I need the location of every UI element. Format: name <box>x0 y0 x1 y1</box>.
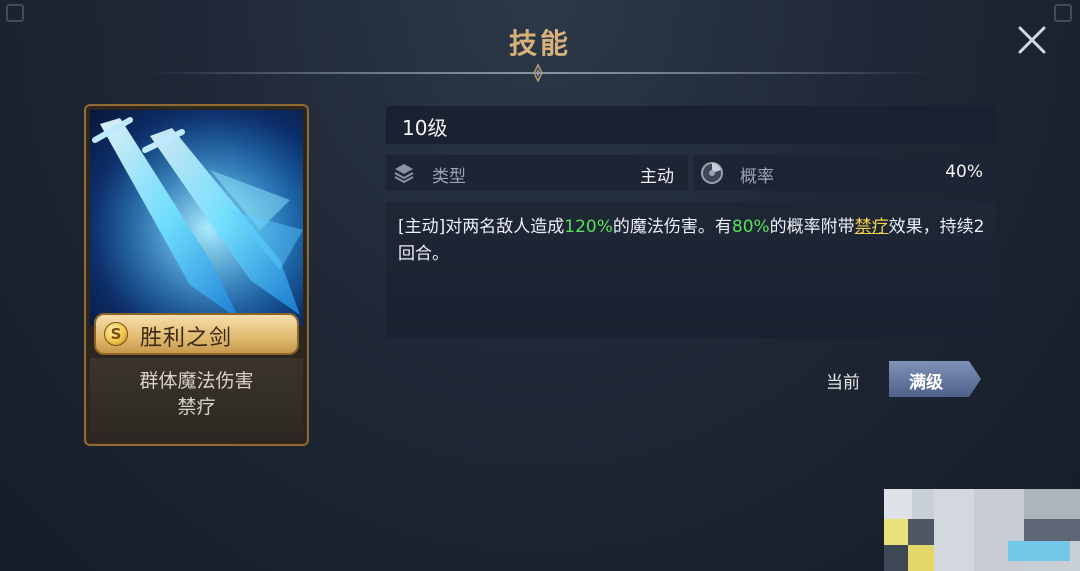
skill-tag: 禁疗 <box>177 396 216 418</box>
desc-text-part: 的概率附带 <box>769 217 855 237</box>
skill-type-row: 类型 主动 <box>386 155 688 191</box>
pixel-block <box>884 545 908 571</box>
damage-value: 120% <box>564 217 613 237</box>
twin-swords-image <box>90 110 303 326</box>
skill-level-bar: 10级 <box>386 106 997 144</box>
skill-tag: 群体魔法伤害 <box>139 370 254 392</box>
close-icon <box>1018 26 1046 54</box>
frame-corner-top-right <box>1054 4 1072 22</box>
chance-value: 80% <box>731 217 770 237</box>
dial-icon <box>701 162 723 184</box>
pixel-block <box>1024 519 1080 541</box>
close-button[interactable] <box>1012 20 1052 60</box>
skill-rate-row: 概率 40% <box>694 155 997 191</box>
skill-card: S 胜利之剑 群体魔法伤害 禁疗 <box>84 104 309 446</box>
pixelated-overlay <box>884 489 1080 571</box>
desc-text-part: 的魔法伤害。有 <box>612 217 732 237</box>
pixel-block <box>1024 489 1080 519</box>
skill-artwork <box>90 110 303 326</box>
skill-name-plate: S 胜利之剑 <box>94 313 299 355</box>
current-level-tab[interactable]: 当前 <box>826 368 860 393</box>
rate-value: 40% <box>945 162 983 182</box>
layers-icon <box>394 164 414 184</box>
page-title: 技能 <box>508 27 571 60</box>
heal-block-keyword-link[interactable]: 禁疗 <box>855 217 889 237</box>
pixel-block <box>884 519 908 545</box>
skill-level: 10级 <box>402 116 448 140</box>
type-label: 类型 <box>432 167 466 187</box>
skill-description: [主动]对两名敌人造成120%的魔法伤害。有80%的概率附带禁疗效果，持续2回合… <box>398 214 992 268</box>
pixel-block <box>908 519 934 545</box>
max-level-button[interactable]: 满级 <box>889 361 981 397</box>
skill-description-box: [主动]对两名敌人造成120%的魔法伤害。有80%的概率附带禁疗效果，持续2回合… <box>386 202 997 338</box>
skill-tags: 群体魔法伤害 禁疗 <box>90 358 303 440</box>
pixel-block <box>908 545 934 571</box>
desc-text-part: [主动]对两名敌人造成 <box>398 217 565 237</box>
frame-corner-top-left <box>6 4 24 22</box>
rarity-s-badge-icon: S <box>104 322 128 346</box>
skill-name: 胜利之剑 <box>140 326 233 351</box>
pixel-block <box>934 489 974 571</box>
title-ornament-icon <box>533 64 543 82</box>
rate-label: 概率 <box>740 167 774 187</box>
pixel-block <box>1008 541 1070 561</box>
max-level-label: 满级 <box>909 373 943 393</box>
type-value: 主动 <box>640 167 674 187</box>
pixel-block <box>884 489 912 519</box>
